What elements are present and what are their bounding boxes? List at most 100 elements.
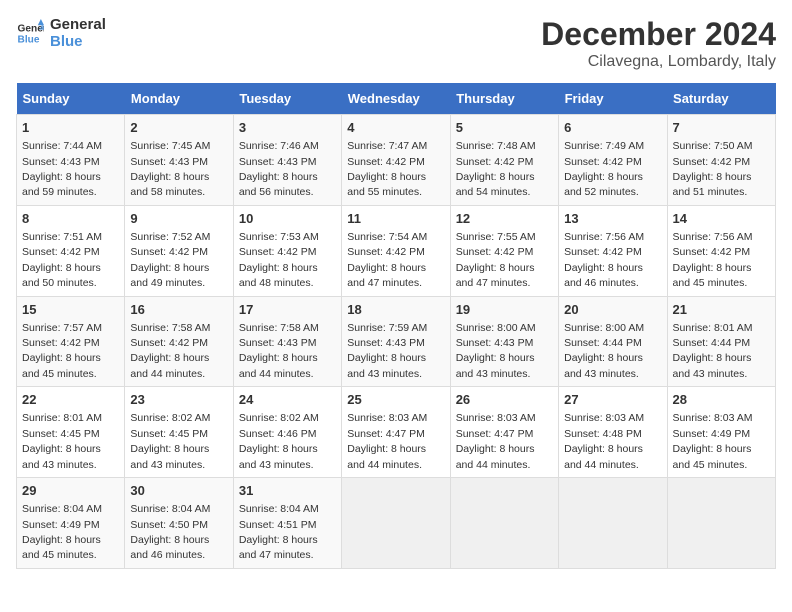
day-number: 2 <box>130 119 227 137</box>
day-number: 22 <box>22 391 119 409</box>
table-row: 14Sunrise: 7:56 AMSunset: 4:42 PMDayligh… <box>667 205 775 296</box>
day-number: 23 <box>130 391 227 409</box>
table-row: 18 Sunrise: 7:59 AMSunset: 4:43 PMDayligh… <box>342 296 450 387</box>
day-number: 9 <box>130 210 227 228</box>
header-tuesday: Tuesday <box>233 83 341 115</box>
day-info: Sunrise: 8:03 AMSunset: 4:47 PMDaylight:… <box>347 412 427 470</box>
page-header: General Blue General Blue December 2024 … <box>16 16 776 71</box>
table-row: 28 Sunrise: 8:03 AMSunset: 4:49 PMDayligh… <box>667 387 775 478</box>
table-row: 1Sunrise: 7:44 AMSunset: 4:43 PMDaylight… <box>17 115 125 206</box>
table-row: 30 Sunrise: 8:04 AMSunset: 4:50 PMDayligh… <box>125 478 233 569</box>
table-row: 15 Sunrise: 7:57 AMSunset: 4:42 PMDayligh… <box>17 296 125 387</box>
header-monday: Monday <box>125 83 233 115</box>
header-thursday: Thursday <box>450 83 558 115</box>
day-info: Sunrise: 8:01 AMSunset: 4:44 PMDaylight:… <box>673 322 753 380</box>
table-row: 12Sunrise: 7:55 AMSunset: 4:42 PMDayligh… <box>450 205 558 296</box>
day-number: 5 <box>456 119 553 137</box>
day-number: 20 <box>564 301 661 319</box>
logo: General Blue General Blue <box>16 16 106 51</box>
table-row <box>342 478 450 569</box>
day-info: Sunrise: 8:03 AMSunset: 4:47 PMDaylight:… <box>456 412 536 470</box>
day-info: Sunrise: 7:48 AMSunset: 4:42 PMDaylight:… <box>456 140 536 198</box>
logo-icon: General Blue <box>16 19 44 47</box>
svg-text:Blue: Blue <box>18 35 40 46</box>
day-number: 3 <box>239 119 336 137</box>
header-friday: Friday <box>559 83 667 115</box>
table-row: 4 Sunrise: 7:47 AMSunset: 4:42 PMDaylight… <box>342 115 450 206</box>
day-number: 28 <box>673 391 770 409</box>
table-row: 20 Sunrise: 8:00 AMSunset: 4:44 PMDayligh… <box>559 296 667 387</box>
calendar-row: 1Sunrise: 7:44 AMSunset: 4:43 PMDaylight… <box>17 115 776 206</box>
day-info: Sunrise: 8:04 AMSunset: 4:50 PMDaylight:… <box>130 503 210 561</box>
day-number: 13 <box>564 210 661 228</box>
day-number: 18 <box>347 301 444 319</box>
day-number: 11 <box>347 210 444 228</box>
day-number: 16 <box>130 301 227 319</box>
day-info: Sunrise: 7:58 AMSunset: 4:43 PMDaylight:… <box>239 322 319 380</box>
calendar-row: 8 Sunrise: 7:51 AMSunset: 4:42 PMDaylight… <box>17 205 776 296</box>
day-number: 17 <box>239 301 336 319</box>
calendar-row: 15 Sunrise: 7:57 AMSunset: 4:42 PMDayligh… <box>17 296 776 387</box>
day-info: Sunrise: 8:02 AMSunset: 4:45 PMDaylight:… <box>130 412 210 470</box>
day-info: Sunrise: 8:00 AMSunset: 4:43 PMDaylight:… <box>456 322 536 380</box>
calendar-table: Sunday Monday Tuesday Wednesday Thursday… <box>16 83 776 569</box>
day-info: Sunrise: 7:54 AMSunset: 4:42 PMDaylight:… <box>347 231 427 289</box>
day-info: Sunrise: 7:51 AMSunset: 4:42 PMDaylight:… <box>22 231 102 289</box>
page-subtitle: Cilavegna, Lombardy, Italy <box>541 53 776 71</box>
day-number: 4 <box>347 119 444 137</box>
day-info: Sunrise: 8:04 AMSunset: 4:51 PMDaylight:… <box>239 503 319 561</box>
day-number: 31 <box>239 482 336 500</box>
day-info: Sunrise: 7:46 AMSunset: 4:43 PMDaylight:… <box>239 140 319 198</box>
day-info: Sunrise: 7:44 AMSunset: 4:43 PMDaylight:… <box>22 140 102 198</box>
day-number: 15 <box>22 301 119 319</box>
table-row <box>667 478 775 569</box>
table-row: 3 Sunrise: 7:46 AMSunset: 4:43 PMDaylight… <box>233 115 341 206</box>
table-row: 21 Sunrise: 8:01 AMSunset: 4:44 PMDayligh… <box>667 296 775 387</box>
table-row: 19Sunrise: 8:00 AMSunset: 4:43 PMDayligh… <box>450 296 558 387</box>
day-info: Sunrise: 8:00 AMSunset: 4:44 PMDaylight:… <box>564 322 644 380</box>
table-row: 8 Sunrise: 7:51 AMSunset: 4:42 PMDaylight… <box>17 205 125 296</box>
table-row: 26 Sunrise: 8:03 AMSunset: 4:47 PMDayligh… <box>450 387 558 478</box>
header-saturday: Saturday <box>667 83 775 115</box>
header-wednesday: Wednesday <box>342 83 450 115</box>
day-number: 10 <box>239 210 336 228</box>
day-info: Sunrise: 7:56 AMSunset: 4:42 PMDaylight:… <box>564 231 644 289</box>
table-row: 31 Sunrise: 8:04 AMSunset: 4:51 PMDayligh… <box>233 478 341 569</box>
table-row: 17 Sunrise: 7:58 AMSunset: 4:43 PMDayligh… <box>233 296 341 387</box>
day-info: Sunrise: 7:57 AMSunset: 4:42 PMDaylight:… <box>22 322 102 380</box>
day-number: 7 <box>673 119 770 137</box>
logo-line2: Blue <box>50 33 106 50</box>
page-title: December 2024 <box>541 16 776 53</box>
day-info: Sunrise: 7:59 AMSunset: 4:43 PMDaylight:… <box>347 322 427 380</box>
day-number: 8 <box>22 210 119 228</box>
table-row: 13 Sunrise: 7:56 AMSunset: 4:42 PMDayligh… <box>559 205 667 296</box>
table-row <box>559 478 667 569</box>
table-row <box>450 478 558 569</box>
day-info: Sunrise: 8:02 AMSunset: 4:46 PMDaylight:… <box>239 412 319 470</box>
table-row: 24 Sunrise: 8:02 AMSunset: 4:46 PMDayligh… <box>233 387 341 478</box>
day-info: Sunrise: 7:50 AMSunset: 4:42 PMDaylight:… <box>673 140 753 198</box>
day-number: 26 <box>456 391 553 409</box>
title-block: December 2024 Cilavegna, Lombardy, Italy <box>541 16 776 71</box>
table-row: 29Sunrise: 8:04 AMSunset: 4:49 PMDayligh… <box>17 478 125 569</box>
table-row: 10Sunrise: 7:53 AMSunset: 4:42 PMDayligh… <box>233 205 341 296</box>
table-row: 11 Sunrise: 7:54 AMSunset: 4:42 PMDayligh… <box>342 205 450 296</box>
day-number: 12 <box>456 210 553 228</box>
day-number: 21 <box>673 301 770 319</box>
day-info: Sunrise: 8:03 AMSunset: 4:49 PMDaylight:… <box>673 412 753 470</box>
calendar-row: 22 Sunrise: 8:01 AMSunset: 4:45 PMDayligh… <box>17 387 776 478</box>
day-info: Sunrise: 8:03 AMSunset: 4:48 PMDaylight:… <box>564 412 644 470</box>
calendar-header-row: Sunday Monday Tuesday Wednesday Thursday… <box>17 83 776 115</box>
day-info: Sunrise: 7:52 AMSunset: 4:42 PMDaylight:… <box>130 231 210 289</box>
day-info: Sunrise: 8:01 AMSunset: 4:45 PMDaylight:… <box>22 412 102 470</box>
day-number: 24 <box>239 391 336 409</box>
day-info: Sunrise: 7:56 AMSunset: 4:42 PMDaylight:… <box>673 231 753 289</box>
day-number: 29 <box>22 482 119 500</box>
table-row: 25Sunrise: 8:03 AMSunset: 4:47 PMDayligh… <box>342 387 450 478</box>
day-number: 30 <box>130 482 227 500</box>
day-info: Sunrise: 7:49 AMSunset: 4:42 PMDaylight:… <box>564 140 644 198</box>
day-info: Sunrise: 7:45 AMSunset: 4:43 PMDaylight:… <box>130 140 210 198</box>
table-row: 16Sunrise: 7:58 AMSunset: 4:42 PMDayligh… <box>125 296 233 387</box>
day-info: Sunrise: 7:47 AMSunset: 4:42 PMDaylight:… <box>347 140 427 198</box>
header-sunday: Sunday <box>17 83 125 115</box>
